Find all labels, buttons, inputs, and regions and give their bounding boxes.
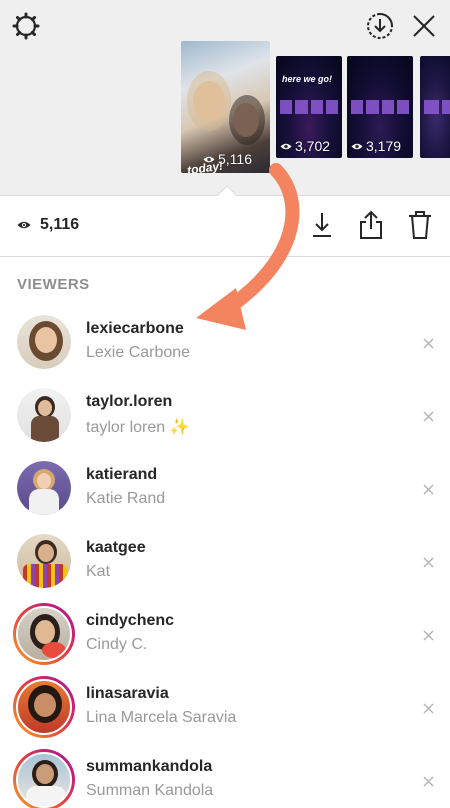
gear-icon (12, 12, 40, 40)
photo-flowers (42, 642, 66, 658)
thumbnail-caption: here we go! (282, 74, 333, 84)
viewer-row[interactable]: cindychenc Cindy C. (0, 603, 450, 680)
thumbnail-view-count: 3,179 (351, 138, 401, 154)
remove-viewer-button[interactable] (418, 406, 438, 426)
share-button[interactable] (353, 207, 389, 243)
remove-x-icon (422, 483, 434, 495)
photo-face (35, 620, 55, 644)
story-stats-bar: 5,116 (0, 197, 450, 257)
delete-button[interactable] (402, 207, 438, 243)
thumbnail-view-count: 3,702 (280, 138, 330, 154)
viewer-row[interactable]: taylor.loren taylor loren ✨ (0, 388, 450, 461)
viewer-username[interactable]: cindychenc (86, 612, 174, 630)
download-circle-icon (367, 13, 393, 39)
remove-x-icon (422, 629, 434, 641)
avatar[interactable] (17, 461, 71, 515)
viewer-username[interactable]: lexiecarbone (86, 320, 184, 338)
remove-viewer-button[interactable] (418, 333, 438, 353)
thumbnail-view-count: 5,116 (203, 151, 252, 167)
share-icon (360, 210, 382, 239)
trash-icon (409, 211, 431, 239)
viewer-full-name: taylor loren ✨ (86, 419, 190, 436)
viewer-full-name: Summan Kandola (86, 782, 214, 799)
viewer-full-name: Lexie Carbone (86, 344, 191, 361)
stage-lights (280, 100, 338, 114)
stage-lights (351, 100, 409, 114)
remove-viewer-button[interactable] (418, 552, 438, 572)
avatar-photo (17, 388, 71, 442)
viewer-full-name: Kat (86, 563, 111, 580)
remove-viewer-button[interactable] (418, 625, 438, 645)
avatar-photo (16, 606, 72, 662)
avatar-photo (17, 534, 71, 588)
eye-icon (280, 143, 292, 149)
viewer-row[interactable]: summankandola Summan Kandola (0, 749, 450, 808)
photo-face (34, 693, 56, 717)
viewer-username[interactable]: linasaravia (86, 685, 169, 703)
viewer-row[interactable]: linasaravia Lina Marcela Saravia (0, 676, 450, 753)
viewer-full-name: Cindy C. (86, 636, 148, 653)
settings-button[interactable] (8, 8, 44, 44)
avatar-photo (16, 679, 72, 735)
photo-face (38, 544, 54, 562)
avatar-with-story-ring[interactable] (13, 676, 75, 738)
photo-body (29, 489, 59, 515)
close-icon (413, 15, 435, 37)
story-thumbnail[interactable] (420, 56, 450, 158)
view-count: 5,116 (17, 216, 79, 234)
photo-face (37, 473, 51, 489)
photo-hair (229, 95, 265, 145)
stage-lights (424, 100, 450, 114)
remove-x-icon (422, 410, 434, 422)
viewer-username[interactable]: katierand (86, 466, 157, 484)
save-button[interactable] (304, 207, 340, 243)
viewer-full-name: Lina Marcela Saravia (86, 709, 237, 726)
avatar[interactable] (17, 315, 71, 369)
avatar-photo (16, 752, 72, 808)
remove-x-icon (422, 775, 434, 787)
photo-face (35, 327, 57, 353)
photo-body (23, 564, 67, 588)
avatar-with-story-ring[interactable] (13, 603, 75, 665)
viewer-full-name: Katie Rand (86, 490, 166, 507)
avatar[interactable] (17, 534, 71, 588)
photo-hair (187, 71, 231, 131)
story-thumbnail-selected[interactable]: today! 5,116 (181, 41, 270, 173)
story-thumbnail[interactable]: here we go! 3,702 (276, 56, 342, 158)
photo-body (26, 786, 66, 806)
story-thumbnail[interactable]: 3,179 (347, 56, 413, 158)
viewer-username[interactable]: kaatgee (86, 539, 146, 557)
avatar[interactable] (17, 388, 71, 442)
avatar-photo (17, 315, 71, 369)
remove-viewer-button[interactable] (418, 479, 438, 499)
download-icon (313, 213, 331, 237)
viewer-username[interactable]: taylor.loren (86, 393, 172, 411)
viewer-row[interactable]: katierand Katie Rand (0, 461, 450, 534)
avatar-photo (17, 461, 71, 515)
close-button[interactable] (406, 8, 442, 44)
story-strip: today! 5,116 here we go! 3,702 3,179 (0, 0, 450, 196)
photo-face (36, 764, 54, 784)
photo-body (31, 416, 59, 442)
eye-icon (203, 156, 215, 162)
remove-viewer-button[interactable] (418, 698, 438, 718)
photo-face (38, 400, 52, 416)
remove-x-icon (422, 702, 434, 714)
avatar-with-story-ring[interactable] (13, 749, 75, 808)
eye-icon (351, 143, 363, 149)
viewers-heading: VIEWERS (17, 276, 90, 293)
viewer-row[interactable]: kaatgee Kat (0, 534, 450, 607)
remove-viewer-button[interactable] (418, 771, 438, 791)
viewer-username[interactable]: summankandola (86, 758, 212, 776)
eye-icon (17, 221, 31, 229)
viewer-row[interactable]: lexiecarbone Lexie Carbone (0, 315, 450, 388)
remove-x-icon (422, 337, 434, 349)
remove-x-icon (422, 556, 434, 568)
download-story-button[interactable] (362, 8, 398, 44)
